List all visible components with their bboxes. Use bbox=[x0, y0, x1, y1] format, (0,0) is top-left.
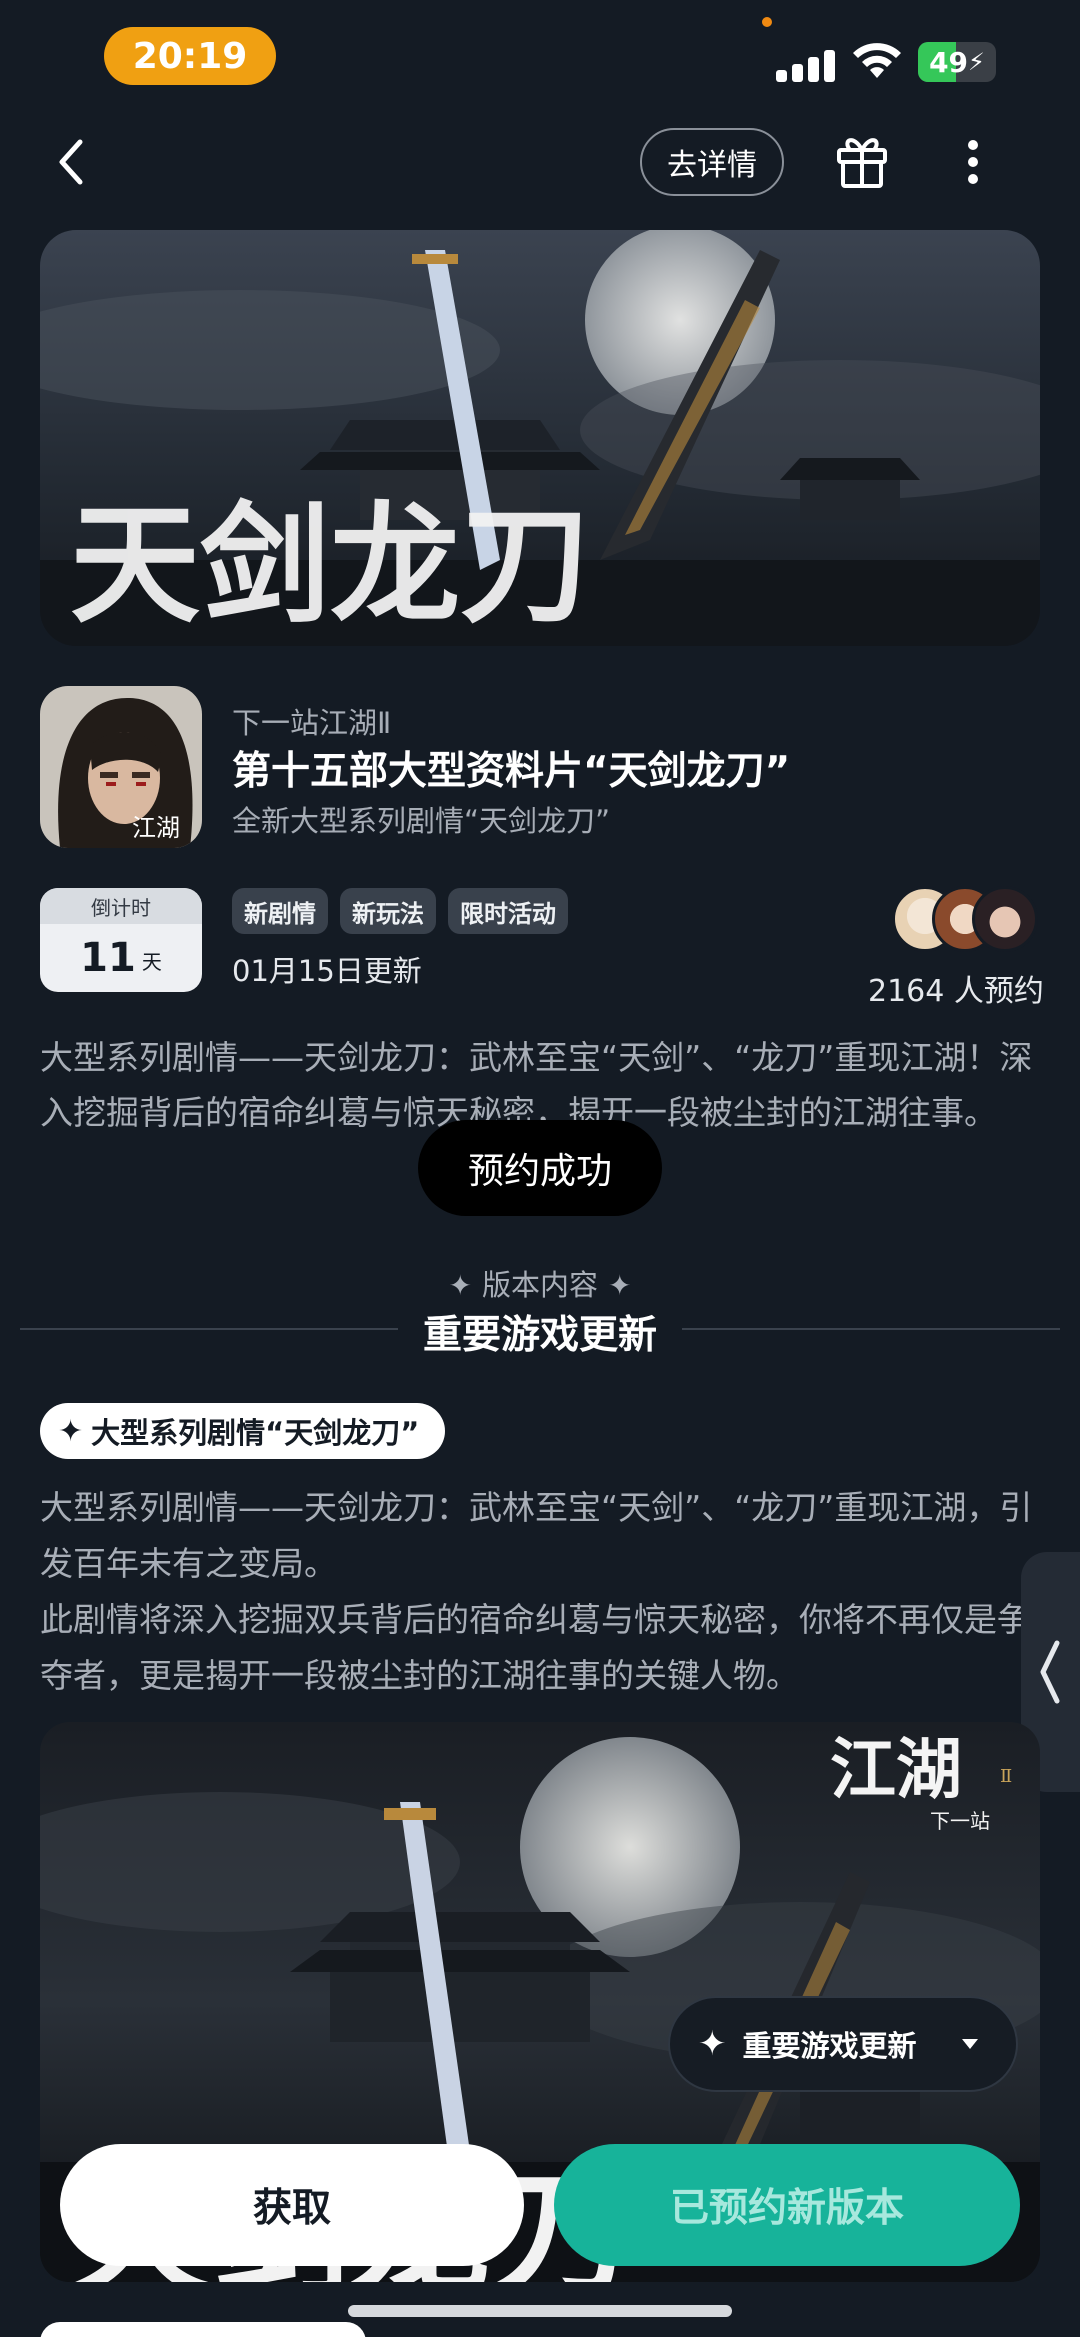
section-title: 重要游戏更新 bbox=[422, 1313, 657, 1358]
home-indicator[interactable] bbox=[348, 2305, 732, 2317]
countdown-unit: 天 bbox=[141, 949, 162, 974]
tag-new-gameplay: 新玩法 bbox=[340, 888, 436, 934]
feature-description: 大型系列剧情——天剑龙刀：武林至宝“天剑”、“龙刀”重现江湖，引发百年未有之变局… bbox=[40, 1480, 1050, 1704]
tag-limited-event: 限时活动 bbox=[448, 888, 568, 934]
cellular-signal-icon bbox=[776, 42, 836, 82]
more-options-button[interactable] bbox=[966, 138, 980, 186]
back-button[interactable] bbox=[50, 132, 94, 192]
battery-level: 49 bbox=[929, 45, 969, 79]
reserved-new-version-button[interactable]: 已预约新版本 bbox=[554, 2144, 1020, 2266]
gift-button[interactable] bbox=[834, 130, 890, 190]
sparkle-icon: ✦ bbox=[698, 2024, 727, 2064]
more-vertical-icon bbox=[968, 140, 978, 184]
reserver-avatars bbox=[892, 886, 1040, 956]
avatar bbox=[972, 886, 1038, 952]
image-logo-subtext: 下一站 bbox=[930, 1809, 990, 1833]
image-logo-numeral: Ⅱ bbox=[1000, 1766, 1012, 1787]
countdown-card: 倒计时 11 天 bbox=[40, 888, 202, 992]
update-tags: 新剧情 新玩法 限时活动 bbox=[232, 888, 568, 934]
countdown-value: 11 bbox=[80, 935, 136, 981]
hero-banner[interactable]: 天剑龙刀 bbox=[40, 230, 1040, 646]
reservation-count: 2164 人预约 bbox=[868, 974, 1044, 1009]
status-time: 20:19 bbox=[104, 27, 276, 85]
app-icon-logo-text: 江湖 bbox=[132, 814, 180, 842]
section-dropdown-label: 重要游戏更新 bbox=[742, 2029, 917, 2063]
go-to-details-button[interactable]: 去详情 bbox=[640, 128, 784, 196]
section-jump-dropdown[interactable]: ✦ 重要游戏更新 bbox=[668, 1996, 1018, 2092]
banner-title-art: 天剑龙刀 bbox=[70, 488, 590, 641]
game-app-icon[interactable]: 江湖 bbox=[40, 686, 202, 848]
gift-icon bbox=[837, 138, 887, 188]
reservation-success-toast: 预约成功 bbox=[418, 1120, 662, 1216]
game-name: 下一站江湖Ⅱ bbox=[232, 706, 392, 740]
update-date: 01月15日更新 bbox=[232, 954, 422, 988]
feature-badge-label: 大型系列剧情“天剑龙刀” bbox=[91, 1416, 420, 1450]
version-content-label: 版本内容 bbox=[481, 1268, 598, 1302]
tag-new-story: 新剧情 bbox=[232, 888, 328, 934]
sparkle-icon: ✦ bbox=[58, 1413, 84, 1449]
feature-badge: ✦ 大型系列剧情“天剑龙刀” bbox=[40, 1403, 446, 1459]
version-content-heading: ✦ 版本内容 ✦ bbox=[0, 1262, 1080, 1304]
countdown-label: 倒计时 bbox=[40, 888, 202, 924]
privacy-indicator-dot bbox=[762, 17, 772, 27]
update-subtitle: 全新大型系列剧情“天剑龙刀” bbox=[232, 804, 611, 838]
image-logo-text: 江湖 bbox=[830, 1730, 962, 1808]
update-title: 第十五部大型资料片“天剑龙刀” bbox=[232, 749, 791, 794]
next-feature-badge-peek bbox=[40, 2322, 366, 2337]
sparkle-icon: ✦ bbox=[448, 1269, 472, 1302]
battery-indicator: 49 ⚡ bbox=[918, 42, 996, 82]
sparkle-icon: ✦ bbox=[608, 1269, 632, 1302]
chevron-left-icon bbox=[1040, 1640, 1060, 1704]
feature-paragraph: 此剧情将深入挖掘双兵背后的宿命纠葛与惊天秘密，你将不再仅是争夺者，更是揭开一段被… bbox=[40, 1600, 1030, 1695]
charging-bolt-icon: ⚡ bbox=[968, 48, 985, 76]
chevron-left-icon bbox=[59, 139, 83, 185]
get-button[interactable]: 获取 bbox=[60, 2144, 524, 2266]
wifi-icon bbox=[850, 38, 904, 82]
caret-down-icon bbox=[962, 2039, 978, 2049]
feature-paragraph: 大型系列剧情——天剑龙刀：武林至宝“天剑”、“龙刀”重现江湖，引发百年未有之变局… bbox=[40, 1488, 1033, 1583]
